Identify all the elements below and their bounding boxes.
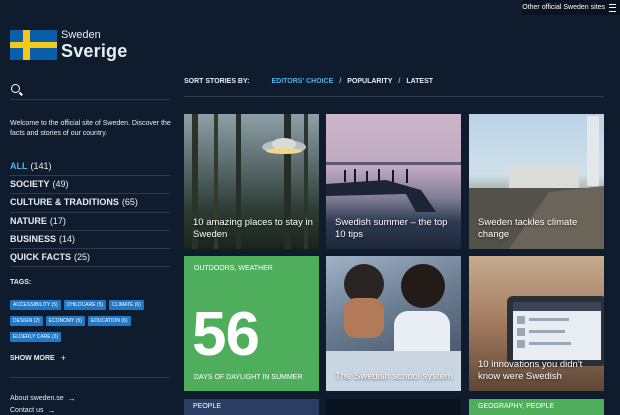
arrow-right-icon [47, 406, 55, 415]
search-icon[interactable] [11, 84, 20, 93]
story-card-climate[interactable]: Sweden tackles climate change [469, 114, 604, 249]
contact-label: Contact us [10, 407, 44, 414]
tag-economy[interactable]: ECONOMY (5) [45, 316, 85, 326]
sort-divider [184, 96, 604, 97]
tag-list: ACCESSIBILITY (5) CHILDCARE (5) CLIMATE … [10, 300, 175, 342]
story-title: 10 amazing places to stay in Sweden [193, 217, 313, 240]
story-card-geography[interactable]: GEOGRAPHY, PEOPLE [469, 399, 604, 415]
story-title: Sweden tackles climate change [478, 217, 578, 240]
tags-heading: TAGS: [10, 279, 32, 286]
sort-editors-choice[interactable]: EDITORS' CHOICE [271, 78, 333, 85]
story-title: 10 innovations you didn't know were Swed… [478, 359, 583, 382]
other-sites-link[interactable]: Other official Sweden sites [522, 0, 620, 15]
story-card-innovations[interactable]: 10 innovations you didn't know were Swed… [469, 256, 604, 391]
story-card-people[interactable]: PEOPLE [184, 399, 319, 415]
story-title: Swedish summer – the top 10 tips [335, 217, 448, 240]
menu-icon [609, 3, 616, 12]
card-tagline: PEOPLE [193, 403, 222, 410]
tag-childcare[interactable]: CHILDCARE (5) [63, 300, 107, 310]
category-nature[interactable]: NATURE (17) [10, 213, 170, 231]
category-society[interactable]: SOCIETY (49) [10, 176, 170, 195]
tag-climate[interactable]: CLIMATE (6) [109, 300, 144, 310]
sort-label: SORT STORIES BY: [184, 78, 250, 85]
show-more-button[interactable]: SHOW MORE + [10, 353, 66, 363]
footer-divider [10, 377, 170, 378]
story-card-school[interactable]: The Swedish school system [326, 256, 461, 391]
sort-popularity[interactable]: POPULARITY [347, 78, 392, 85]
tag-design[interactable]: DESIGN (2) [10, 316, 43, 326]
category-quick-facts[interactable]: QUICK FACTS (25) [10, 249, 170, 268]
swedish-flag-icon [10, 30, 57, 60]
plus-icon: + [60, 353, 66, 363]
site-logo[interactable]: Sweden Sverige [10, 30, 127, 61]
other-sites-label: Other official Sweden sites [522, 4, 605, 11]
search-divider [10, 99, 170, 100]
tag-elderly-care[interactable]: ELDERLY CARE (3) [10, 332, 62, 342]
story-card-swedish-summer[interactable]: Swedish summer – the top 10 tips [326, 114, 461, 249]
story-card-dark[interactable] [326, 399, 461, 415]
tag-accessibility[interactable]: ACCESSIBILITY (5) [10, 300, 61, 310]
stat-number: 56 [192, 300, 260, 369]
stat-tagline: OUTDOORS, WEATHER [194, 265, 273, 272]
logo-sweden: Sweden [61, 29, 101, 41]
category-business[interactable]: BUSINESS (14) [10, 231, 170, 249]
category-list: ALL (141) SOCIETY (49) CULTURE & TRADITION… [10, 158, 170, 268]
sort-latest[interactable]: LATEST [406, 78, 433, 85]
card-tagline: GEOGRAPHY, PEOPLE [478, 403, 555, 410]
stat-card-daylight[interactable]: OUTDOORS, WEATHER 56 DAYS OF DAYLIGHT IN… [184, 256, 319, 391]
sort-bar: SORT STORIES BY: EDITORS' CHOICE / POPUL… [184, 78, 434, 85]
story-card-places-to-stay[interactable]: 10 amazing places to stay in Sweden [184, 114, 319, 249]
treehotel-ufo-image [262, 138, 306, 154]
about-link[interactable]: About sweden.se [10, 394, 76, 403]
contact-link[interactable]: Contact us [10, 406, 55, 415]
category-culture[interactable]: CULTURE & TRADITIONS (65) [10, 194, 170, 213]
about-label: About sweden.se [10, 395, 64, 402]
show-more-label: SHOW MORE [10, 354, 55, 362]
category-all[interactable]: ALL (141) [10, 158, 170, 177]
story-title: The Swedish school system [335, 371, 453, 382]
tag-education[interactable]: EDUCATION (6) [87, 316, 131, 326]
logo-sverige: Sverige [61, 41, 128, 61]
stat-description: DAYS OF DAYLIGHT IN SUMMER [194, 374, 303, 381]
arrow-right-icon [68, 394, 76, 403]
welcome-text: Welcome to the official site of Sweden. … [10, 120, 171, 137]
